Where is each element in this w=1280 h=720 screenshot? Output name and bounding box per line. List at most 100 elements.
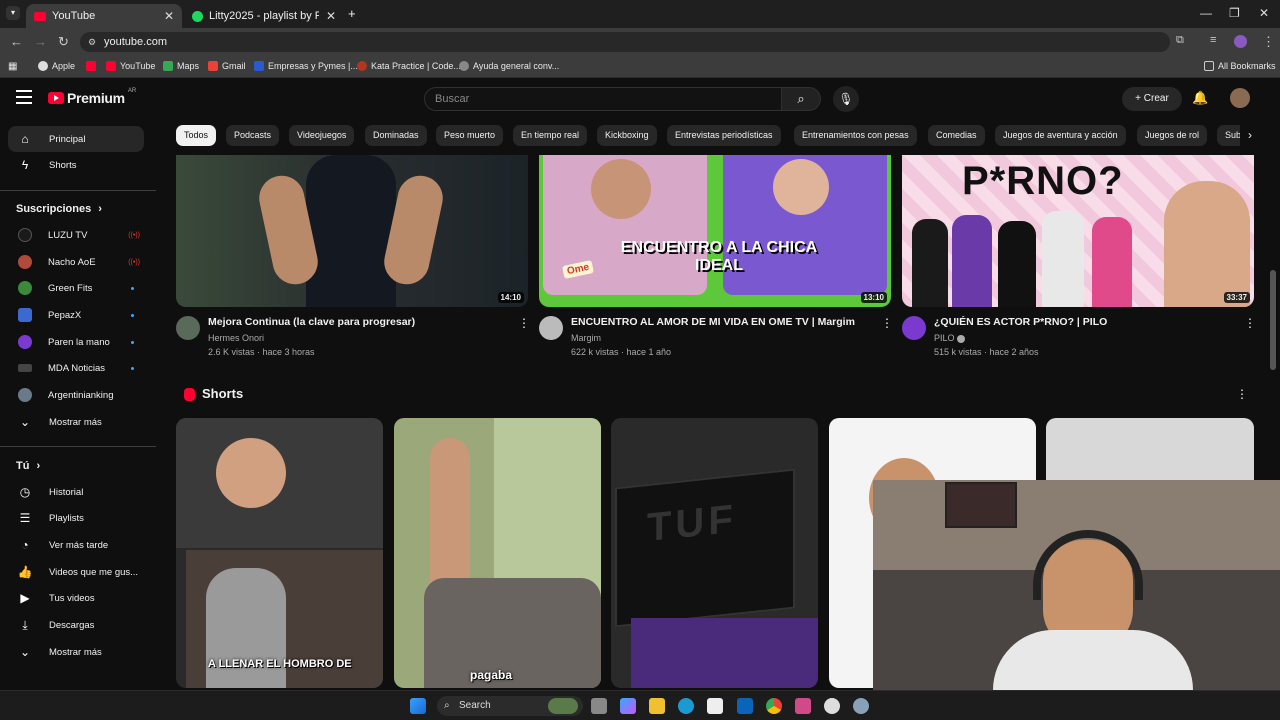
video-thumbnail[interactable]: ENCUENTRO A LA CHICA IDEAL Ome 13:10	[539, 155, 891, 307]
sidebar-item-mda-noticias[interactable]: MDA Noticias	[8, 355, 144, 381]
video-title[interactable]: ENCUENTRO AL AMOR DE MI VIDA EN OME TV |…	[571, 316, 855, 328]
close-icon[interactable]: ✕	[164, 9, 174, 23]
channel-avatar[interactable]	[539, 316, 563, 340]
sidebar-item-historial[interactable]: ◷ Historial	[8, 479, 144, 505]
back-icon[interactable]: ←	[10, 34, 23, 49]
forward-icon[interactable]: →	[34, 34, 47, 49]
chip-juegos-aventura[interactable]: Juegos de aventura y acción	[995, 125, 1126, 146]
sidebar-item-ver-mas-tarde[interactable]: ◔ Ver más tarde	[8, 532, 144, 558]
tab-search-icon[interactable]: ▾	[6, 6, 20, 20]
notifications-bell-icon[interactable]: 🔔	[1192, 90, 1208, 106]
close-window-icon[interactable]: ✕	[1259, 6, 1269, 20]
bookmark-kata[interactable]: Kata Practice | Code...	[357, 61, 461, 71]
windows-start-icon[interactable]	[410, 698, 426, 714]
video-thumbnail[interactable]: 14:10	[176, 155, 528, 307]
video-title[interactable]: ¿QUIÉN ES ACTOR P*RNO? | PILO	[934, 316, 1107, 328]
short-card[interactable]: A LLENAR EL HOMBRO DE	[176, 418, 383, 688]
channel-name[interactable]: Margim	[571, 333, 601, 343]
chip-videojuegos[interactable]: Videojuegos	[289, 125, 355, 146]
more-options-icon[interactable]: ⋮	[1244, 316, 1256, 330]
sidebar-subs-show-more[interactable]: ⌄ Mostrar más	[8, 409, 144, 435]
chip-podcasts[interactable]: Podcasts	[226, 125, 280, 146]
address-bar[interactable]: ⚙ youtube.com	[80, 32, 1170, 52]
more-options-icon[interactable]: ⋮	[518, 316, 530, 330]
chip-dominadas[interactable]: Dominadas	[365, 125, 427, 146]
search-input[interactable]: Buscar	[424, 87, 782, 111]
chip-todos[interactable]: Todos	[176, 125, 217, 146]
close-icon[interactable]: ✕	[326, 9, 336, 23]
tab-youtube[interactable]: YouTube ✕	[26, 4, 182, 28]
extensions-icon[interactable]: ⧉	[1176, 34, 1184, 47]
chip-peso-muerto[interactable]: Peso muerto	[436, 125, 504, 146]
sidebar-item-tus-videos[interactable]: ▶ Tus videos	[8, 585, 144, 611]
bookmark-youtube[interactable]: YouTube	[106, 61, 155, 71]
channel-name[interactable]: PILO	[934, 333, 966, 343]
sidebar-item-paren-la-mano[interactable]: Paren la mano	[8, 329, 144, 355]
more-options-icon[interactable]: ⋮	[1236, 387, 1248, 401]
bookmark-gmail[interactable]: Gmail	[208, 61, 246, 71]
search-icon[interactable]: ⌕	[781, 87, 821, 111]
all-bookmarks[interactable]: All Bookmarks	[1204, 61, 1276, 71]
tab-spotify[interactable]: Litty2025 - playlist by FrancoBo ✕	[184, 4, 344, 28]
bookmark-empresas[interactable]: Empresas y Pymes |...	[254, 61, 358, 71]
settings-icon[interactable]	[853, 698, 869, 714]
chip-en-tiempo-real[interactable]: En tiempo real	[513, 125, 588, 146]
kebab-menu-icon[interactable]: ⋮	[1262, 34, 1275, 50]
profile-icon[interactable]	[1234, 35, 1247, 48]
chip-entrevistas[interactable]: Entrevistas periodísticas	[667, 125, 781, 146]
create-button[interactable]: + Crear	[1122, 87, 1182, 111]
outlook-icon[interactable]	[737, 698, 753, 714]
sidebar-item-luzu-tv[interactable]: LUZU TV ((•))	[8, 222, 144, 248]
apps-grid-icon[interactable]: ▦	[8, 61, 17, 72]
app-icon[interactable]	[795, 698, 811, 714]
sidebar-item-liked-videos[interactable]: 👍 Videos que me gus...	[8, 559, 144, 585]
chrome-icon[interactable]	[766, 698, 782, 714]
chip-entrenamientos[interactable]: Entrenamientos con pesas	[794, 125, 917, 146]
maximize-icon[interactable]: ❐	[1229, 6, 1240, 20]
sidebar-item-descargas[interactable]: ⤓ Descargas	[8, 612, 144, 638]
sidebar-item-argentinianking[interactable]: Argentinianking	[8, 382, 144, 408]
sidebar-item-green-fits[interactable]: Green Fits	[8, 275, 144, 301]
avatar[interactable]	[1230, 88, 1250, 108]
reload-icon[interactable]: ↻	[58, 34, 69, 50]
bookmark-maps[interactable]: Maps	[163, 61, 199, 71]
store-icon[interactable]	[707, 698, 723, 714]
edge-icon[interactable]	[678, 698, 694, 714]
sidebar-item-shorts[interactable]: ϟ Shorts	[8, 152, 144, 178]
subscriptions-heading[interactable]: Suscripciones ›	[16, 203, 102, 215]
widgets-icon[interactable]	[548, 698, 578, 714]
page-scrollbar[interactable]	[1270, 270, 1276, 370]
video-title[interactable]: Mejora Continua (la clave para progresar…	[208, 316, 415, 328]
short-card[interactable]: pagaba	[394, 418, 601, 688]
short-card[interactable]: TUF	[611, 418, 818, 688]
chip-juegos-rol[interactable]: Juegos de rol	[1137, 125, 1208, 146]
you-heading[interactable]: Tú ›	[16, 460, 40, 472]
chevron-right-icon[interactable]: ›	[1240, 125, 1260, 146]
channel-name[interactable]: Hermes Onori	[208, 333, 264, 343]
bookmark-apple[interactable]: Apple	[38, 61, 75, 71]
site-info-icon[interactable]: ⚙	[88, 32, 96, 52]
github-icon[interactable]	[824, 698, 840, 714]
sidebar-item-playlists[interactable]: ☰ Playlists	[8, 505, 144, 531]
channel-avatar[interactable]	[176, 316, 200, 340]
sidebar-item-pepazx[interactable]: PepazX	[8, 302, 144, 328]
copilot-icon[interactable]	[620, 698, 636, 714]
video-thumbnail[interactable]: P*RNO? 33:37	[902, 155, 1254, 307]
new-tab-icon[interactable]: +	[348, 6, 356, 21]
microphone-icon[interactable]: 🎙	[833, 86, 859, 112]
sidebar-item-principal[interactable]: ⌂ Principal	[8, 126, 144, 152]
sidebar-item-nacho-aoe[interactable]: Nacho AoE ((•))	[8, 249, 144, 275]
bookmark-red[interactable]	[86, 61, 96, 71]
reading-list-icon[interactable]: ≡	[1210, 34, 1216, 46]
channel-avatar[interactable]	[902, 316, 926, 340]
sidebar-you-show-more[interactable]: ⌄ Mostrar más	[8, 639, 144, 665]
bookmark-ayuda[interactable]: Ayuda general conv...	[459, 61, 559, 71]
more-options-icon[interactable]: ⋮	[881, 316, 893, 330]
chip-comedias[interactable]: Comedias	[928, 125, 985, 146]
file-explorer-icon[interactable]	[649, 698, 665, 714]
minimize-icon[interactable]: —	[1200, 6, 1212, 20]
task-view-icon[interactable]	[591, 698, 607, 714]
chip-kickboxing[interactable]: Kickboxing	[597, 125, 657, 146]
youtube-premium-logo[interactable]: Premium AR	[48, 88, 136, 106]
hamburger-menu-icon[interactable]	[16, 90, 32, 104]
